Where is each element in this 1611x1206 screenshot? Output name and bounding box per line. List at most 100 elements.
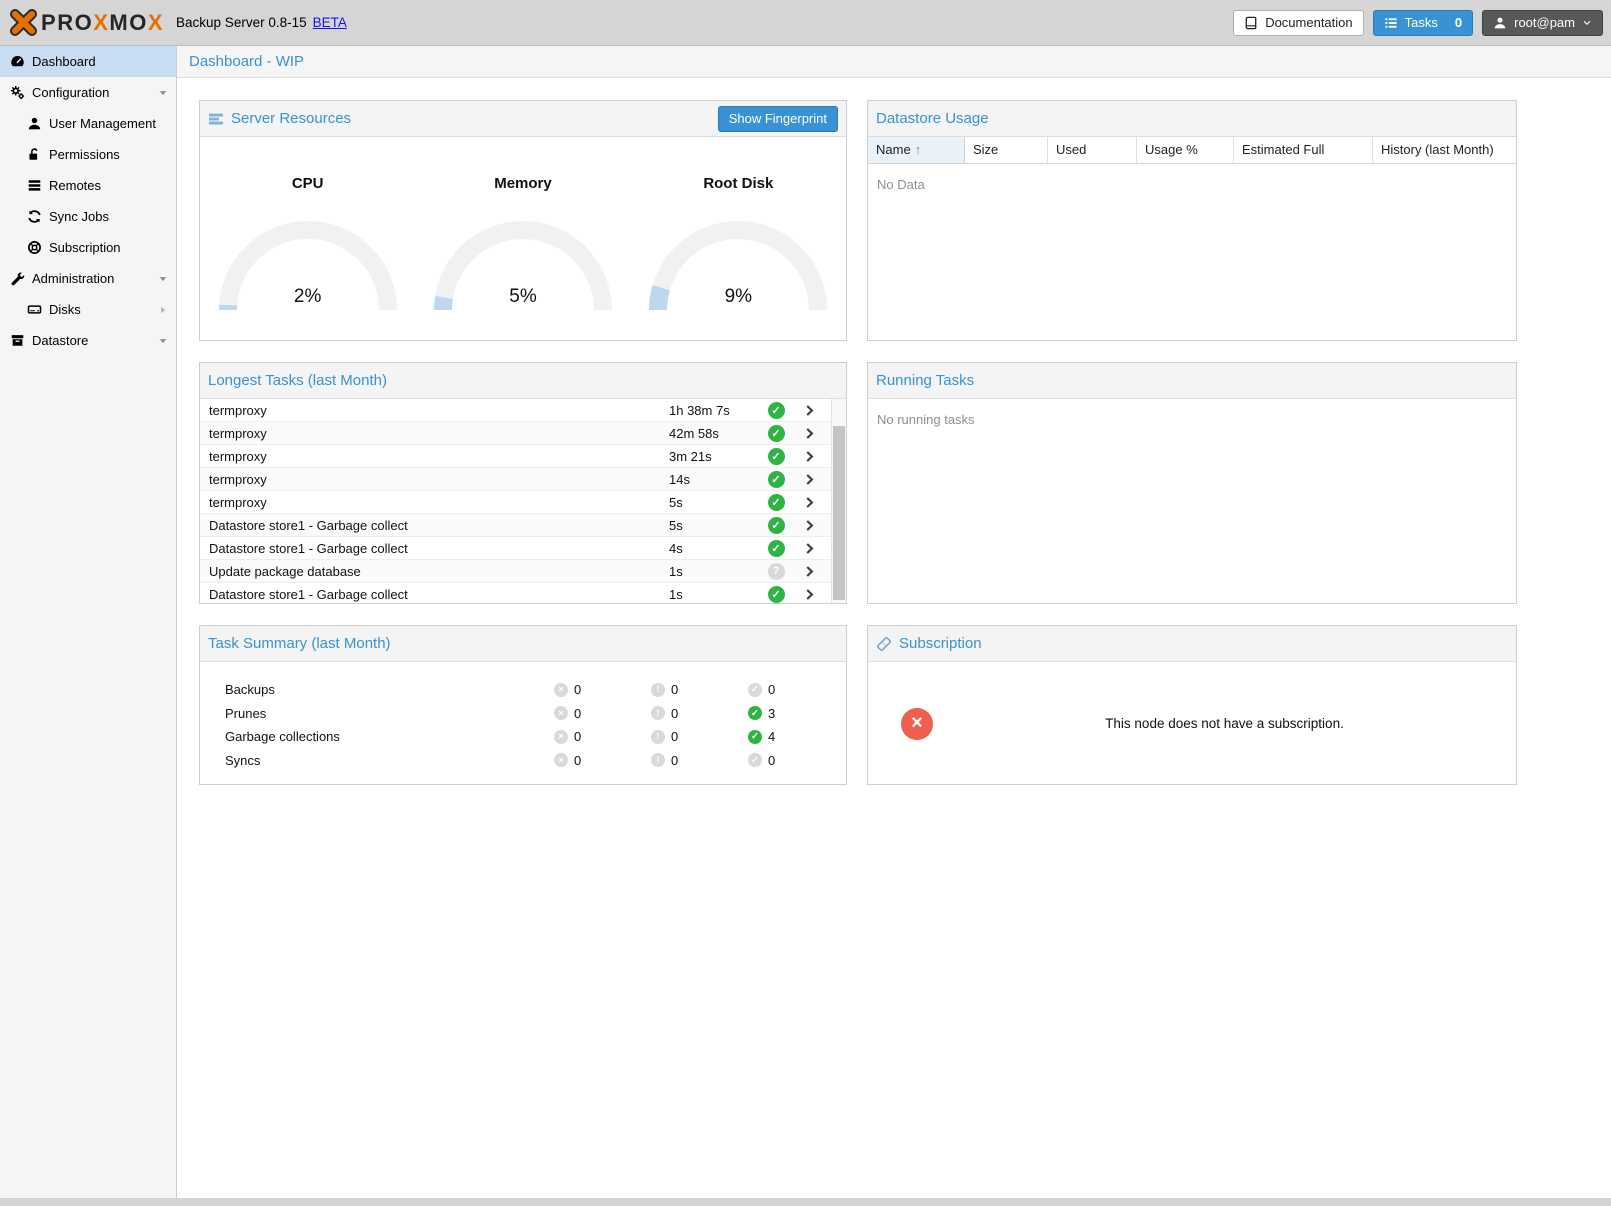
column-header-estimated-full[interactable]: Estimated Full (1234, 137, 1373, 163)
task-row[interactable]: Datastore store1 - Garbage collect 5s ✓ (200, 514, 831, 537)
tasks-label: Tasks (1405, 15, 1438, 30)
show-fingerprint-button[interactable]: Show Fingerprint (718, 106, 838, 132)
gauge: CPU 2% (200, 175, 415, 312)
user-menu-button[interactable]: root@pam (1482, 10, 1603, 36)
error-count: 0 (574, 706, 581, 721)
error-count-icon: × (554, 730, 568, 744)
column-header-usage-[interactable]: Usage % (1137, 137, 1234, 163)
task-row[interactable]: Update package database 1s ? (200, 560, 831, 583)
expander-down-icon[interactable] (158, 336, 168, 346)
task-name: termproxy (209, 495, 669, 510)
error-count-icon: × (554, 753, 568, 767)
ok-count-icon: ✓ (748, 706, 762, 720)
proxmox-logo: PROXMOX (10, 9, 164, 36)
task-row[interactable]: termproxy 1h 38m 7s ✓ (200, 399, 831, 422)
task-summary-label: Garbage collections (225, 729, 554, 744)
sidebar-item-dashboard[interactable]: Dashboard (0, 46, 176, 77)
documentation-button[interactable]: Documentation (1233, 10, 1363, 36)
task-summary-title: Task Summary (last Month) (208, 635, 838, 652)
server-resources-icon (208, 111, 224, 127)
datastore-empty-text: No Data (868, 164, 1516, 205)
sidebar-item-user-management[interactable]: User Management (0, 108, 176, 139)
task-row[interactable]: termproxy 5s ✓ (200, 491, 831, 514)
error-count: 0 (574, 753, 581, 768)
task-row[interactable]: termproxy 42m 58s ✓ (200, 422, 831, 445)
expander-down-icon[interactable] (158, 274, 168, 284)
task-duration: 14s (669, 472, 759, 487)
task-row[interactable]: Datastore store1 - Garbage collect 4s ✓ (200, 537, 831, 560)
disk-icon (27, 302, 42, 317)
chevron-right-icon[interactable] (793, 519, 826, 532)
task-duration: 5s (669, 495, 759, 510)
scrollbar-thumb[interactable] (833, 426, 845, 600)
chevron-right-icon[interactable] (793, 496, 826, 509)
ok-count-icon: ✓ (748, 753, 762, 767)
task-name: termproxy (209, 449, 669, 464)
chevron-right-icon[interactable] (793, 473, 826, 486)
check-circle-icon: ✓ (768, 471, 785, 488)
task-summary-label: Prunes (225, 706, 554, 721)
column-header-name[interactable]: Name↑ (868, 137, 965, 163)
sidebar-item-administration[interactable]: Administration (0, 263, 176, 294)
running-tasks-panel: Running Tasks No running tasks (867, 362, 1517, 604)
task-row[interactable]: termproxy 3m 21s ✓ (200, 445, 831, 468)
bottom-strip (0, 1198, 1611, 1206)
ok-count-icon: ✓ (748, 683, 762, 697)
documentation-label: Documentation (1265, 15, 1352, 30)
error-count-icon: × (554, 683, 568, 697)
task-row[interactable]: Datastore store1 - Garbage collect 1s ✓ (200, 583, 831, 603)
chevron-down-icon (1582, 18, 1592, 28)
dashboard-content: Server Resources Show Fingerprint CPU 2%… (177, 78, 1611, 806)
beta-link[interactable]: BETA (313, 15, 347, 30)
chevron-right-icon[interactable] (793, 404, 826, 417)
column-header-size[interactable]: Size (965, 137, 1048, 163)
archive-icon (10, 333, 25, 348)
task-summary-panel: Task Summary (last Month) Backups × 0 ! … (199, 625, 847, 785)
column-header-used[interactable]: Used (1048, 137, 1137, 163)
chevron-right-icon[interactable] (793, 588, 826, 601)
error-count: 0 (574, 729, 581, 744)
chevron-right-icon[interactable] (793, 565, 826, 578)
tachometer-icon (10, 54, 25, 69)
sidebar-item-configuration[interactable]: Configuration (0, 77, 176, 108)
sidebar-item-label: Dashboard (32, 54, 168, 69)
subscription-message: This node does not have a subscription. (933, 716, 1516, 731)
warning-count-icon: ! (651, 753, 665, 767)
tasks-button[interactable]: Tasks 0 (1373, 10, 1473, 36)
task-row[interactable]: termproxy 14s ✓ (200, 468, 831, 491)
sidebar-item-permissions[interactable]: Permissions (0, 139, 176, 170)
gauge-arc: 9% (648, 216, 828, 312)
sidebar: Dashboard Configuration User Management … (0, 46, 177, 1198)
gears-icon (10, 85, 25, 100)
main-area: Dashboard - WIP Server Resources Show Fi… (177, 46, 1611, 1198)
task-name: Update package database (209, 564, 669, 579)
task-duration: 4s (669, 541, 759, 556)
stack-icon (27, 178, 42, 193)
sidebar-item-subscription[interactable]: Subscription (0, 232, 176, 263)
chevron-right-icon[interactable] (793, 542, 826, 555)
task-name: Datastore store1 - Garbage collect (209, 518, 669, 533)
longest-tasks-panel: Longest Tasks (last Month) termproxy 1h … (199, 362, 847, 604)
check-circle-icon: ✓ (768, 425, 785, 442)
task-summary-label: Backups (225, 682, 554, 697)
subscription-title: Subscription (899, 635, 1508, 652)
chevron-right-icon[interactable] (793, 427, 826, 440)
task-name: Datastore store1 - Garbage collect (209, 541, 669, 556)
sidebar-item-sync-jobs[interactable]: Sync Jobs (0, 201, 176, 232)
ok-count: 0 (768, 753, 775, 768)
proxmox-x-icon (10, 9, 37, 36)
check-circle-icon: ✓ (768, 448, 785, 465)
column-header-history-last-month-[interactable]: History (last Month) (1373, 137, 1516, 163)
expander-right-icon[interactable] (158, 305, 168, 315)
gauge-value: 9% (648, 286, 828, 308)
task-list-scrollbar[interactable] (831, 399, 846, 603)
book-icon (1244, 16, 1258, 30)
sidebar-item-remotes[interactable]: Remotes (0, 170, 176, 201)
task-duration: 1s (669, 564, 759, 579)
task-summary-row: Syncs × 0 ! 0 ✓ 0 (200, 749, 846, 773)
sidebar-item-datastore[interactable]: Datastore (0, 325, 176, 356)
sidebar-item-disks[interactable]: Disks (0, 294, 176, 325)
chevron-right-icon[interactable] (793, 450, 826, 463)
ok-count-icon: ✓ (748, 730, 762, 744)
expander-down-icon[interactable] (158, 88, 168, 98)
